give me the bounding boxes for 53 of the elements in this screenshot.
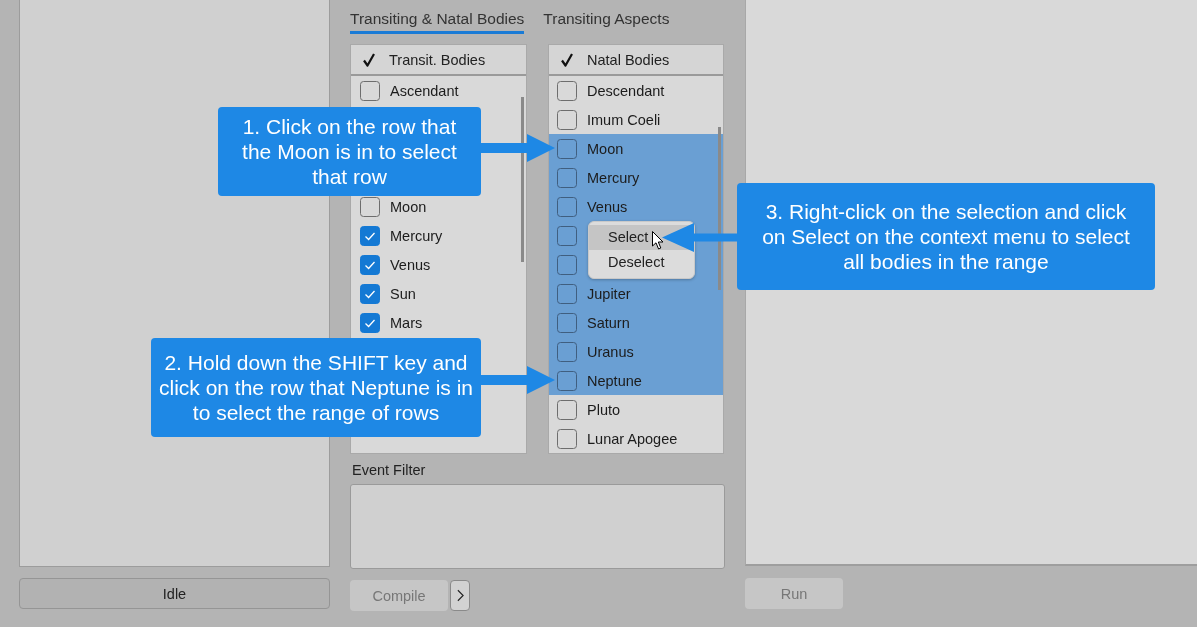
menu-item[interactable]: Deselect — [589, 250, 694, 275]
list-row[interactable]: Moon — [549, 134, 723, 163]
list-row[interactable]: Mars — [351, 308, 526, 337]
list-row[interactable]: Uranus — [549, 337, 723, 366]
checkbox[interactable] — [360, 254, 380, 275]
checkbox[interactable] — [360, 196, 380, 217]
column-header: Transit. Bodies — [389, 51, 486, 68]
status-button[interactable]: Idle — [19, 578, 330, 609]
list-row[interactable]: Neptune — [549, 366, 723, 395]
list-row[interactable]: Venus — [351, 250, 526, 279]
list-row[interactable]: Mercury — [351, 221, 526, 250]
checkbox[interactable] — [360, 225, 380, 246]
list-row[interactable]: Descendant — [549, 76, 723, 105]
checkbox[interactable] — [360, 80, 380, 101]
event-filter-field[interactable] — [350, 484, 725, 569]
list-row[interactable]: Jupiter — [549, 279, 723, 308]
checkbox[interactable] — [557, 312, 577, 333]
tab[interactable]: Transiting & Natal Bodies — [350, 9, 525, 34]
tab[interactable]: Transiting Aspects — [543, 9, 670, 34]
list-row[interactable]: Ascendant — [351, 76, 526, 105]
list-row[interactable]: Mercury — [549, 163, 723, 192]
checkbox[interactable] — [557, 370, 577, 391]
chevron-right-icon — [456, 589, 464, 602]
list-row[interactable]: Sun — [351, 279, 526, 308]
checkbox[interactable] — [557, 138, 577, 159]
checkbox[interactable] — [360, 283, 380, 304]
checkbox[interactable] — [557, 167, 577, 188]
chevron-button[interactable] — [450, 580, 470, 611]
checkbox[interactable] — [557, 196, 577, 217]
list-row[interactable]: Imum Coeli — [549, 105, 723, 134]
column-header: Natal Bodies — [587, 51, 670, 68]
checkbox[interactable] — [557, 254, 577, 275]
callout: 2. Hold down the SHIFT key and click on the row that Neptune is in to select the range of rows — [151, 338, 481, 437]
checkbox[interactable] — [557, 399, 577, 420]
checkbox[interactable] — [360, 312, 380, 333]
field-label: Event Filter — [351, 461, 427, 480]
scrollbar-thumb[interactable] — [521, 97, 524, 262]
callout: 1. Click on the row that the Moon is in to select that row — [218, 107, 481, 196]
check-icon[interactable] — [363, 52, 375, 67]
checkbox[interactable] — [557, 225, 577, 246]
list-row[interactable]: Venus — [549, 192, 723, 221]
checkbox[interactable] — [557, 283, 577, 304]
list-row[interactable]: Lunar Apogee — [549, 424, 723, 453]
list-row[interactable]: Pluto — [549, 395, 723, 424]
scrollbar-thumb[interactable] — [718, 127, 721, 290]
checkbox[interactable] — [557, 341, 577, 362]
callout: 3. Right-click on the selection and click on Select on the context menu to select all bodies in the range — [737, 183, 1155, 290]
checkbox[interactable] — [557, 428, 577, 449]
checkbox[interactable] — [557, 109, 577, 130]
check-icon[interactable] — [561, 52, 573, 67]
checkbox[interactable] — [557, 80, 577, 101]
cursor-icon — [652, 231, 664, 250]
list-row[interactable]: Saturn — [549, 308, 723, 337]
